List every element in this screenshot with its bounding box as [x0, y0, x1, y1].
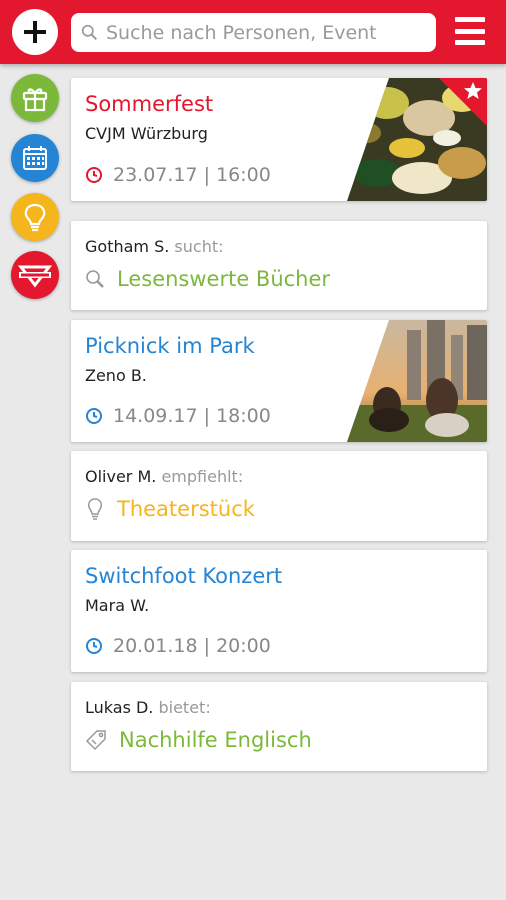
- post-item: Nachhilfe Englisch: [85, 728, 312, 752]
- post-verb: bietet:: [158, 698, 211, 717]
- post-item: Lesenswerte Bücher: [85, 267, 330, 291]
- post-card-search[interactable]: Gotham S. sucht: Lesenswerte Bücher: [71, 221, 487, 310]
- event-card-sommerfest[interactable]: Sommerfest CVJM Würzburg 23.07.17 | 16:0…: [71, 78, 487, 201]
- event-date: 23.07.17 | 16:00: [85, 164, 271, 186]
- event-organizer: CVJM Würzburg: [85, 124, 208, 143]
- post-author: Lukas D.: [85, 698, 154, 717]
- calendar-icon: [23, 146, 47, 170]
- event-card-switchfoot[interactable]: Switchfoot Konzert Mara W. 20.01.18 | 20…: [71, 550, 487, 672]
- event-card-picknick[interactable]: Picknick im Park Zeno B. 14.09.17 | 18:0…: [71, 320, 487, 442]
- star-icon: [464, 82, 482, 99]
- event-date: 20.01.18 | 20:00: [85, 635, 271, 657]
- post-item: Theaterstück: [85, 497, 255, 521]
- post-card-recommend[interactable]: Oliver M. empfiehlt: Theaterstück: [71, 451, 487, 541]
- post-author: Gotham S.: [85, 237, 170, 256]
- search-icon: [86, 270, 104, 288]
- event-title: Switchfoot Konzert: [85, 564, 283, 588]
- post-item-text: Nachhilfe Englisch: [119, 728, 312, 752]
- tag-icon: [85, 730, 106, 751]
- event-date: 14.09.17 | 18:00: [85, 405, 271, 427]
- event-organizer: Mara W.: [85, 596, 150, 615]
- clock-icon: [86, 167, 102, 183]
- event-photo-park: [347, 320, 487, 442]
- add-button[interactable]: [12, 9, 58, 55]
- post-author: Oliver M.: [85, 467, 157, 486]
- app-header: [0, 0, 506, 64]
- post-verb: sucht:: [174, 237, 224, 256]
- sidebar-cvjm-button[interactable]: [11, 251, 59, 299]
- lightbulb-outline-icon: [88, 498, 102, 520]
- event-date-text: 20.01.18 | 20:00: [113, 635, 271, 657]
- post-item-text: Theaterstück: [117, 497, 255, 521]
- sidebar-gift-button[interactable]: [11, 74, 59, 122]
- event-date-text: 23.07.17 | 16:00: [113, 164, 271, 186]
- lightbulb-icon: [24, 203, 46, 232]
- post-author-line: Lukas D. bietet:: [85, 698, 211, 717]
- search-input[interactable]: [106, 21, 426, 44]
- event-title: Picknick im Park: [85, 334, 255, 358]
- gift-icon: [22, 88, 48, 112]
- plus-icon: [24, 21, 46, 43]
- cvjm-logo-icon: [18, 265, 52, 288]
- event-date-text: 14.09.17 | 18:00: [113, 405, 271, 427]
- search-box[interactable]: [71, 13, 436, 52]
- event-title: Sommerfest: [85, 92, 214, 116]
- sidebar-ideas-button[interactable]: [11, 193, 59, 241]
- hamburger-menu-icon[interactable]: [455, 17, 485, 45]
- clock-icon: [86, 408, 102, 424]
- post-author-line: Oliver M. empfiehlt:: [85, 467, 243, 486]
- event-organizer: Zeno B.: [85, 366, 147, 385]
- post-item-text: Lesenswerte Bücher: [117, 267, 331, 291]
- post-verb: empfiehlt:: [161, 467, 244, 486]
- post-author-line: Gotham S. sucht:: [85, 237, 224, 256]
- clock-icon: [86, 638, 102, 654]
- search-icon: [81, 24, 98, 41]
- post-card-offer[interactable]: Lukas D. bietet: Nachhilfe Englisch: [71, 682, 487, 771]
- sidebar-calendar-button[interactable]: [11, 134, 59, 182]
